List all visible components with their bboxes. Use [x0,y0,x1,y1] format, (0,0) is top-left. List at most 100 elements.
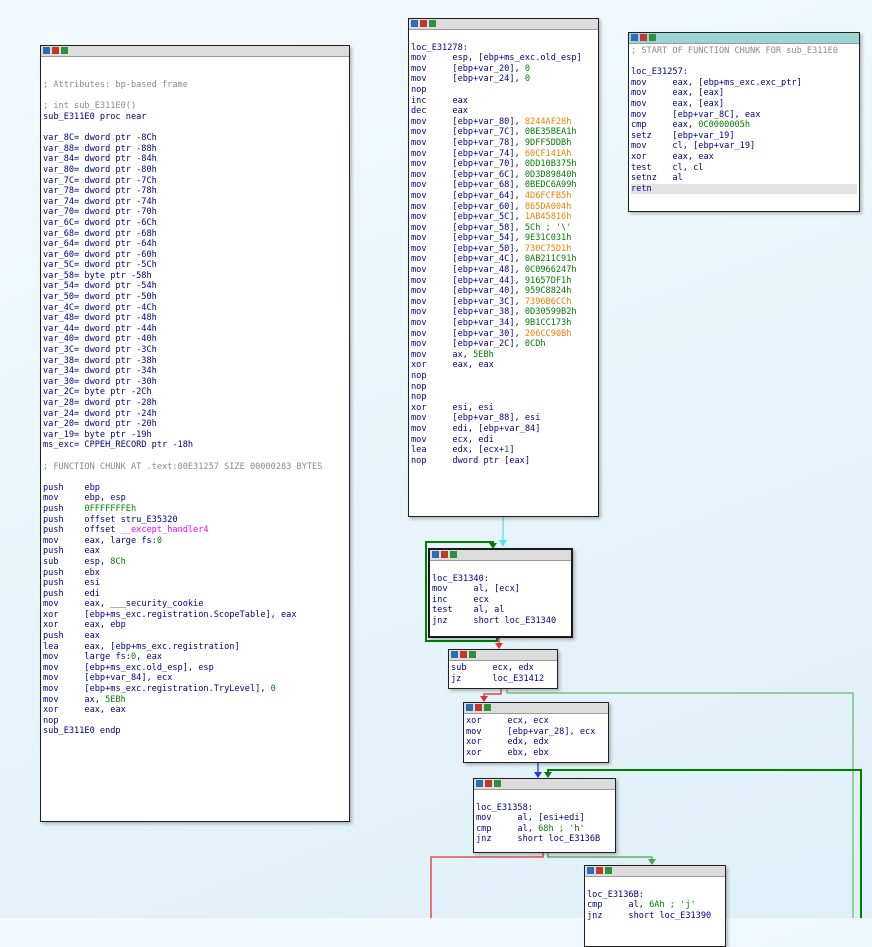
code-line[interactable]: var_70= dword ptr -70h [43,207,347,218]
code-line[interactable]: xor eax, eax [43,705,347,716]
code-line[interactable]: ms_exc= CPPEH_RECORD ptr -18h [43,440,347,451]
code-line[interactable]: mov eax, large fs:0 [43,536,347,547]
code-line[interactable] [43,123,347,134]
code-line[interactable]: mov large fs:0, eax [43,652,347,663]
code-line[interactable]: xor eax, ebp [43,620,347,631]
grid-icon[interactable] [649,34,656,41]
block-loc-e31358[interactable]: loc_E31358: mov al, [esi+edi] cmp al, 68h … [473,778,616,853]
code-listing[interactable]: ; START OF FUNCTION CHUNK FOR sub_E311E0… [629,44,859,197]
code-line[interactable]: mov [ebp+var_70], 0DD10B375h [411,159,596,170]
code-line[interactable]: var_80= dword ptr -80h [43,165,347,176]
block-loc-e31278[interactable]: loc_E31278: mov esp, [ebp+ms_exc.old_esp]… [408,18,599,517]
code-line[interactable]: mov [ebp+var_44], 91657DF1h [411,276,596,287]
code-line[interactable]: dec eax [411,106,596,117]
code-line[interactable]: mov al, [esi+edi] [476,813,613,824]
code-line[interactable]: jnz short loc_E3136B [476,834,613,845]
graph-icon[interactable] [587,867,594,874]
edit-icon[interactable] [441,551,448,558]
edit-icon[interactable] [52,47,59,54]
code-line[interactable]: mov eax, [eax] [631,88,857,99]
code-line[interactable]: var_64= dword ptr -64h [43,239,347,250]
code-listing[interactable]: sub ecx, edx jz loc_E31412 [449,661,557,687]
code-line[interactable] [43,472,347,483]
code-listing[interactable]: ; Attributes: bp-based frame ; int sub_E3… [41,57,349,740]
code-listing[interactable]: loc_E31278: mov esp, [ebp+ms_exc.old_esp]… [409,30,598,469]
grid-icon[interactable] [484,704,491,711]
code-listing[interactable]: loc_E31340: mov al, [ecx] inc ecx test al, … [430,561,571,630]
code-line[interactable]: var_58= byte ptr -58h [43,271,347,282]
code-line[interactable]: var_60= dword ptr -60h [43,250,347,261]
graph-icon[interactable] [476,780,483,787]
code-line[interactable]: xor ebx, ebx [466,748,606,759]
code-line[interactable]: nop [411,85,596,96]
code-line[interactable]: mov [ebp+var_48], 0C0966247h [411,265,596,276]
code-line[interactable]: mov [ebp+var_74], 60CF141Ah [411,149,596,160]
code-line[interactable]: var_6C= dword ptr -6Ch [43,218,347,229]
edit-icon[interactable] [460,651,467,658]
code-line[interactable]: var_48= dword ptr -48h [43,313,347,324]
code-line[interactable]: cmp eax, 0C0000005h [631,120,857,131]
grid-icon[interactable] [605,867,612,874]
code-line[interactable]: mov esp, [ebp+ms_exc.old_esp] [411,53,596,64]
code-line[interactable]: jz loc_E31412 [451,674,555,685]
block-sub-ecx-edx[interactable]: sub ecx, edx jz loc_E31412 [448,649,558,689]
graph-icon[interactable] [43,47,50,54]
code-line[interactable]: jnz short loc_E31390 [587,911,723,922]
code-line[interactable]: mov [ebp+var_50], 730C75D1h [411,244,596,255]
code-line[interactable]: lea edx, [ecx+1] [411,445,596,456]
code-line[interactable]: loc_E3136B: [587,890,723,901]
edit-icon[interactable] [640,34,647,41]
code-line[interactable]: mov [ebp+var_80], 8244AF28h [411,117,596,128]
code-line[interactable]: mov [ebp+var_68], 0BEDC6A99h [411,180,596,191]
code-line[interactable]: loc_E31340: [432,574,569,585]
code-line[interactable] [411,32,596,43]
graph-icon[interactable] [432,551,439,558]
grid-icon[interactable] [494,780,501,787]
block-loc-e31257-chunk[interactable]: ; START OF FUNCTION CHUNK FOR sub_E311E0… [628,32,860,212]
code-line[interactable] [587,879,723,890]
code-line[interactable]: var_40= dword ptr -40h [43,334,347,345]
code-line[interactable]: push offset __except_handler4 [43,525,347,536]
block-xor-init[interactable]: xor ecx, ecx mov [ebp+var_28], ecx xor edx… [463,702,609,763]
block-sub-e311e0-prologue[interactable]: ; Attributes: bp-based frame ; int sub_E3… [40,45,350,822]
code-line[interactable]: cmp al, 68h ; 'h' [476,824,613,835]
code-line[interactable] [476,792,613,803]
code-line[interactable]: lea eax, [ebp+ms_exc.registration] [43,642,347,653]
code-line[interactable] [43,91,347,102]
code-line[interactable]: var_74= dword ptr -74h [43,197,347,208]
code-line[interactable] [43,59,347,70]
code-line[interactable]: var_30= dword ptr -30h [43,377,347,388]
code-line[interactable]: sub ecx, edx [451,663,555,674]
code-line[interactable]: mov [ebp+var_2C], 0CDh [411,339,596,350]
code-line[interactable]: mov [ebp+var_8C], eax [631,110,857,121]
code-line[interactable]: retn [631,183,857,195]
code-line[interactable]: xor esi, esi [411,403,596,414]
code-line[interactable]: test cl, cl [631,163,857,174]
code-line[interactable]: var_88= dword ptr -88h [43,144,347,155]
code-line[interactable]: push esi [43,578,347,589]
code-line[interactable]: var_84= dword ptr -84h [43,154,347,165]
code-line[interactable]: mov [ebp+var_88], esi [411,413,596,424]
code-line[interactable]: mov [ebp+var_40], 959C8824h [411,286,596,297]
code-line[interactable]: push edi [43,589,347,600]
code-line[interactable] [631,57,857,68]
code-line[interactable]: mov [ebp+var_4C], 0AB211C91h [411,254,596,265]
code-line[interactable]: var_2C= byte ptr -2Ch [43,387,347,398]
code-line[interactable]: mov [ebp+var_58], 5Ch ; '\' [411,223,596,234]
code-line[interactable]: mov edi, [ebp+var_84] [411,424,596,435]
code-line[interactable]: setz [ebp+var_19] [631,131,857,142]
code-line[interactable]: loc_E31257: [631,67,857,78]
code-line[interactable] [43,70,347,81]
code-line[interactable]: inc eax [411,96,596,107]
code-line[interactable]: mov [ebp+var_28], ecx [466,727,606,738]
code-line[interactable]: mov [ebp+var_78], 9DFF5DDBh [411,138,596,149]
code-listing[interactable]: loc_E31358: mov al, [esi+edi] cmp al, 68h … [474,790,615,848]
code-line[interactable]: ; Attributes: bp-based frame [43,80,347,91]
code-line[interactable]: ; FUNCTION CHUNK AT .text:00E31257 SIZE … [43,462,347,473]
code-line[interactable]: mov ecx, edi [411,435,596,446]
code-line[interactable]: mov [ebp+var_20], 0 [411,64,596,75]
code-line[interactable]: var_8C= dword ptr -8Ch [43,133,347,144]
code-line[interactable]: var_4C= dword ptr -4Ch [43,303,347,314]
code-line[interactable]: sub esp, 8Ch [43,557,347,568]
code-line[interactable]: push ebx [43,568,347,579]
